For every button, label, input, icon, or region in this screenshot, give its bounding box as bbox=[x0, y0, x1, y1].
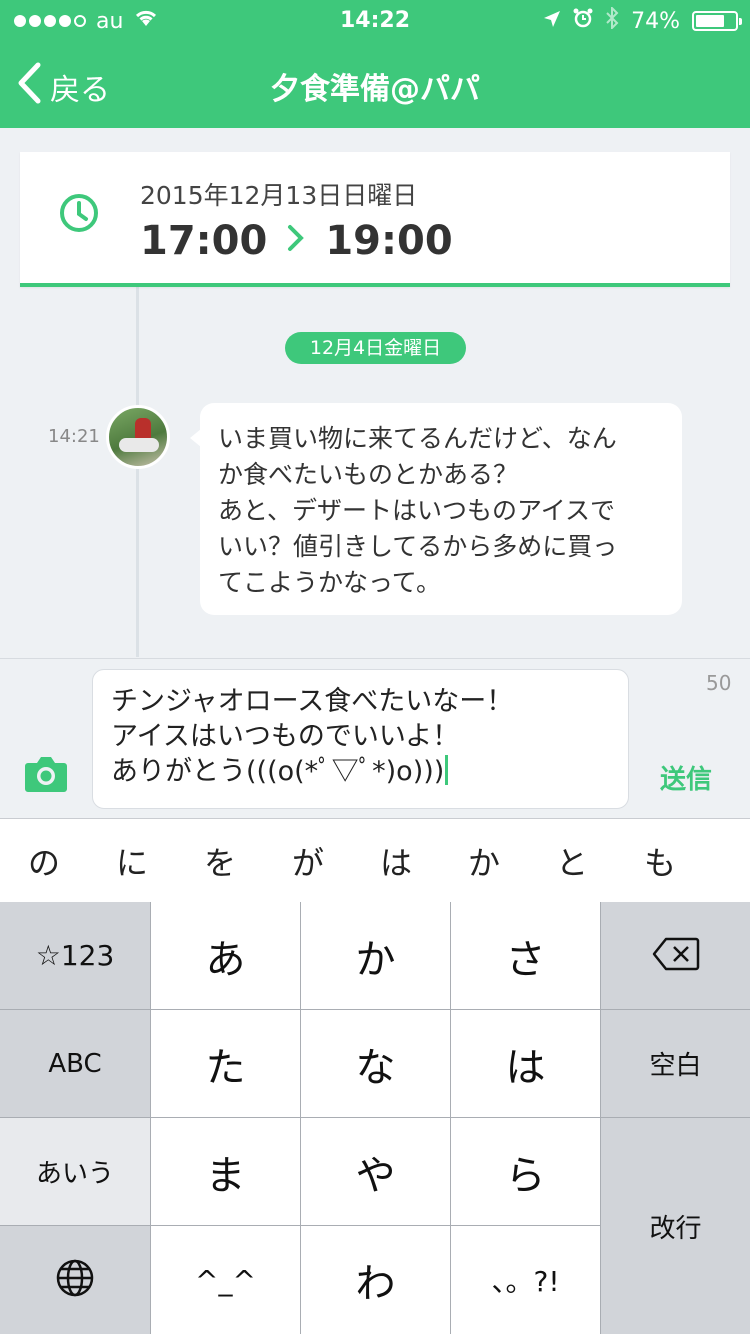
key-ka-label: か bbox=[355, 936, 396, 983]
character-count: 50 bbox=[706, 671, 732, 695]
key-space[interactable]: 空白 bbox=[601, 1010, 750, 1117]
message-timestamp: 14:21 bbox=[48, 426, 100, 447]
key-return[interactable]: 改行 bbox=[601, 1118, 750, 1334]
key-return-label: 改行 bbox=[649, 1213, 702, 1244]
key-ka[interactable]: か bbox=[301, 902, 450, 1009]
key-ra[interactable]: ら bbox=[451, 1118, 600, 1225]
key-symbols[interactable]: ☆123 bbox=[0, 902, 150, 1009]
key-abc-label: ABC bbox=[48, 1048, 102, 1079]
key-punctuation[interactable]: 、。?! bbox=[451, 1226, 600, 1334]
key-a-label: あ bbox=[205, 936, 246, 983]
key-kaomoji-label: ^_^ bbox=[195, 1263, 256, 1297]
prediction-candidate[interactable]: の bbox=[0, 838, 88, 884]
chevron-right-icon bbox=[287, 221, 305, 261]
prediction-candidate[interactable]: が bbox=[264, 838, 352, 884]
page-title: 夕食準備@パパ bbox=[270, 72, 480, 107]
status-bar: au 14:22 74% bbox=[0, 0, 750, 40]
key-globe[interactable] bbox=[0, 1226, 150, 1334]
avatar-scooter-shape bbox=[119, 438, 159, 452]
key-kana-mode[interactable]: あいう bbox=[0, 1118, 150, 1225]
key-na-label: な bbox=[355, 1044, 396, 1091]
key-ra-label: ら bbox=[505, 1152, 546, 1199]
backspace-icon bbox=[652, 937, 700, 975]
key-symbols-label: ☆123 bbox=[35, 939, 115, 972]
key-ta[interactable]: た bbox=[151, 1010, 300, 1117]
message-input-text: チンジャオロース食べたいなー！ アイスはいつものでいいよ！ ありがとう(((o(… bbox=[111, 686, 514, 787]
date-divider: 12月4日金曜日 bbox=[285, 332, 466, 364]
camera-icon[interactable] bbox=[24, 755, 68, 797]
alarm-icon bbox=[573, 8, 593, 34]
key-wa-label: わ bbox=[355, 1261, 396, 1307]
location-arrow-icon bbox=[543, 9, 561, 34]
prediction-candidate[interactable]: は bbox=[352, 838, 440, 884]
prediction-candidate[interactable]: と bbox=[528, 838, 616, 884]
key-sa[interactable]: さ bbox=[451, 902, 600, 1009]
message-composer: チンジャオロース食べたいなー！ アイスはいつものでいいよ！ ありがとう(((o(… bbox=[0, 658, 750, 818]
key-ya-label: や bbox=[355, 1152, 396, 1199]
schedule-date: 2015年12月13日日曜日 bbox=[140, 181, 418, 210]
end-time: 19:00 bbox=[325, 218, 453, 264]
key-ha[interactable]: は bbox=[451, 1010, 600, 1117]
message-bubble[interactable]: いま買い物に来てるんだけど、なん か食べたいものとかある？ あと、デザートはいつ… bbox=[190, 403, 682, 615]
globe-icon bbox=[55, 1258, 95, 1302]
avatar[interactable] bbox=[106, 405, 170, 469]
prediction-candidate[interactable]: を bbox=[176, 838, 264, 884]
timeline-line bbox=[136, 285, 139, 657]
keyboard: ☆123 あ か さ ABC た な は 空白 あいう ま や ら 改行 ^_^… bbox=[0, 902, 750, 1334]
schedule-time-range: 17:00 19:00 bbox=[140, 218, 453, 264]
key-ta-label: た bbox=[205, 1044, 246, 1091]
bluetooth-icon bbox=[605, 5, 619, 35]
battery-icon bbox=[692, 11, 742, 31]
text-cursor bbox=[445, 755, 449, 785]
schedule-card[interactable]: 2015年12月13日日曜日 17:00 19:00 bbox=[20, 152, 730, 287]
key-punctuation-label: 、。?! bbox=[491, 1265, 560, 1298]
key-na[interactable]: な bbox=[301, 1010, 450, 1117]
key-kana-mode-label: あいう bbox=[35, 1159, 114, 1189]
prediction-candidate[interactable]: か bbox=[440, 838, 528, 884]
key-ha-label: は bbox=[505, 1044, 546, 1091]
key-ma-label: ま bbox=[205, 1152, 246, 1199]
prediction-candidate[interactable]: も bbox=[616, 838, 704, 884]
key-ya[interactable]: や bbox=[301, 1118, 450, 1225]
key-kaomoji[interactable]: ^_^ bbox=[151, 1226, 300, 1334]
key-space-label: 空白 bbox=[649, 1051, 702, 1081]
message-input[interactable]: チンジャオロース食べたいなー！ アイスはいつものでいいよ！ ありがとう(((o(… bbox=[92, 669, 629, 809]
send-button[interactable]: 送信 bbox=[660, 759, 712, 796]
battery-percent: 74% bbox=[631, 8, 680, 34]
clock-icon bbox=[58, 192, 100, 238]
avatar-rider-shape bbox=[135, 418, 151, 440]
top-bar: au 14:22 74% 戻る 夕食準備@パパ bbox=[0, 0, 750, 128]
key-ma[interactable]: ま bbox=[151, 1118, 300, 1225]
key-abc[interactable]: ABC bbox=[0, 1010, 150, 1117]
prediction-candidate[interactable]: に bbox=[88, 838, 176, 884]
battery-fill bbox=[696, 15, 724, 27]
key-backspace[interactable] bbox=[601, 902, 750, 1009]
key-a[interactable]: あ bbox=[151, 902, 300, 1009]
key-wa[interactable]: わ bbox=[301, 1226, 450, 1334]
start-time: 17:00 bbox=[140, 218, 268, 264]
prediction-bar: のにをがはかとも bbox=[0, 818, 750, 902]
key-sa-label: さ bbox=[505, 936, 546, 983]
